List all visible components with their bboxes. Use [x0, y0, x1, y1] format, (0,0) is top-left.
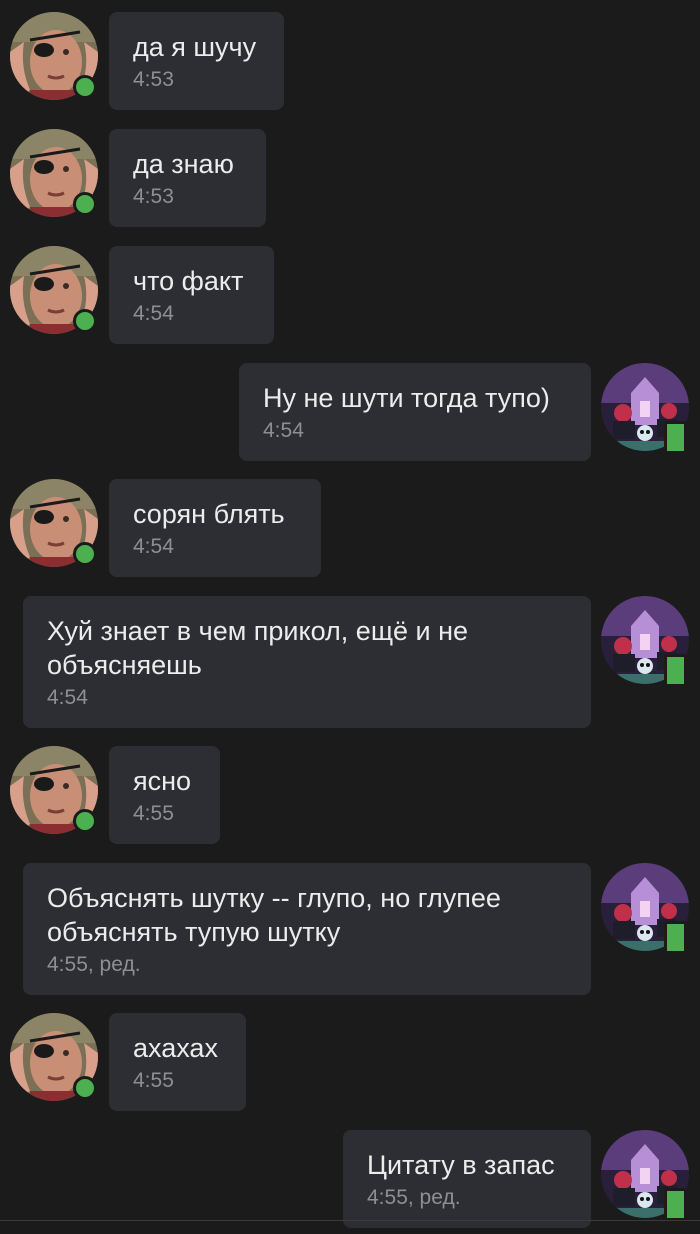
message-time: 4:55, ред. — [367, 1186, 461, 1209]
message-text: что факт — [133, 266, 244, 296]
message-list[interactable]: да я шучу 4:53 да знаю 4:53 что факт 4:5… — [0, 0, 700, 1228]
message-bubble[interactable]: Цитату в запас 4:55, ред. — [343, 1130, 591, 1228]
online-dot-icon — [73, 542, 97, 566]
message-time: 4:55 — [133, 802, 174, 825]
bottom-divider — [0, 1220, 700, 1221]
mobile-online-icon — [664, 654, 687, 687]
mobile-online-icon — [664, 921, 687, 954]
my-avatar[interactable] — [601, 863, 689, 954]
message-bubble[interactable]: Хуй знает в чем прикол, ещё и не объясня… — [23, 596, 591, 728]
message-time: 4:55, ред. — [47, 953, 141, 976]
incoming-message: сорян блять 4:54 — [0, 479, 700, 577]
incoming-message: что факт 4:54 — [0, 246, 700, 344]
message-bubble[interactable]: да знаю 4:53 — [109, 129, 266, 227]
online-dot-icon — [73, 1076, 97, 1100]
message-text: да я шучу — [133, 32, 257, 62]
message-text: Объяснять шутку -- глупо, но глупее объя… — [47, 883, 501, 947]
message-text: сорян блять — [133, 499, 285, 529]
message-text: Цитату в запас — [367, 1150, 555, 1180]
message-time: 4:54 — [263, 419, 304, 442]
sender-avatar[interactable] — [10, 12, 98, 100]
outgoing-message: Цитату в запас 4:55, ред. — [0, 1130, 700, 1228]
message-text: ясно — [133, 766, 192, 796]
message-time: 4:54 — [133, 535, 174, 558]
incoming-message: ахахах 4:55 — [0, 1013, 700, 1111]
message-text: да знаю — [133, 149, 234, 179]
message-time: 4:53 — [133, 68, 174, 91]
message-bubble[interactable]: сорян блять 4:54 — [109, 479, 321, 577]
my-avatar[interactable] — [601, 596, 689, 687]
sender-avatar[interactable] — [10, 1013, 98, 1101]
outgoing-message: Объяснять шутку -- глупо, но глупее объя… — [0, 863, 700, 995]
online-dot-icon — [73, 75, 97, 99]
sender-avatar[interactable] — [10, 246, 98, 334]
message-text: ахахах — [133, 1033, 218, 1063]
mobile-online-icon — [664, 421, 687, 454]
outgoing-message: Хуй знает в чем прикол, ещё и не объясня… — [0, 596, 700, 728]
message-text: Ну не шути тогда тупо) — [263, 383, 550, 413]
message-time: 4:54 — [133, 302, 174, 325]
message-bubble[interactable]: что факт 4:54 — [109, 246, 274, 344]
my-avatar[interactable] — [601, 363, 689, 454]
sender-avatar[interactable] — [10, 746, 98, 834]
message-bubble[interactable]: Объяснять шутку -- глупо, но глупее объя… — [23, 863, 591, 995]
my-avatar[interactable] — [601, 1130, 689, 1221]
message-bubble[interactable]: да я шучу 4:53 — [109, 12, 284, 110]
incoming-message: да знаю 4:53 — [0, 129, 700, 227]
online-dot-icon — [73, 809, 97, 833]
message-text: Хуй знает в чем прикол, ещё и не объясня… — [47, 616, 469, 680]
message-time: 4:55 — [133, 1069, 174, 1092]
message-time: 4:54 — [47, 686, 88, 709]
incoming-message: да я шучу 4:53 — [0, 12, 700, 110]
message-bubble[interactable]: ахахах 4:55 — [109, 1013, 246, 1111]
outgoing-message: Ну не шути тогда тупо) 4:54 — [0, 363, 700, 461]
online-dot-icon — [73, 192, 97, 216]
message-bubble[interactable]: ясно 4:55 — [109, 746, 220, 844]
online-dot-icon — [73, 309, 97, 333]
mobile-online-icon — [664, 1188, 687, 1221]
sender-avatar[interactable] — [10, 129, 98, 217]
sender-avatar[interactable] — [10, 479, 98, 567]
message-time: 4:53 — [133, 185, 174, 208]
message-bubble[interactable]: Ну не шути тогда тупо) 4:54 — [239, 363, 591, 461]
incoming-message: ясно 4:55 — [0, 746, 700, 844]
